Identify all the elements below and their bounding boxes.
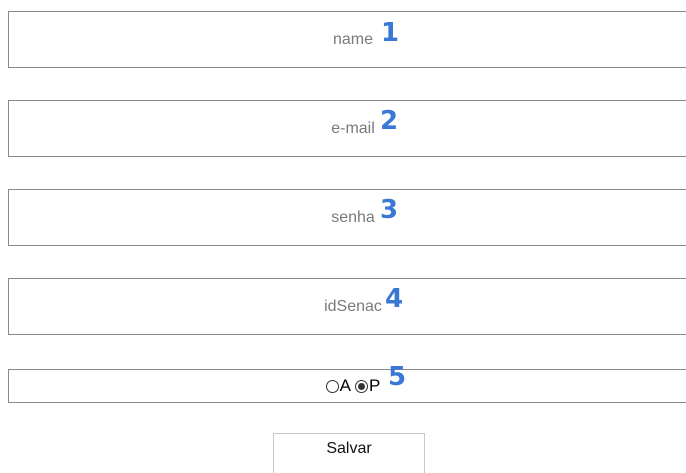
radio-a-button[interactable] — [325, 379, 339, 393]
radio-p-label: P — [369, 376, 381, 395]
senha-input[interactable] — [8, 189, 686, 246]
annotation-number-1: 1 — [381, 18, 400, 48]
radio-option-a[interactable]: A — [325, 376, 351, 396]
annotation-number-3: 3 — [380, 195, 399, 225]
radio-a-label: A — [339, 376, 351, 395]
email-input[interactable] — [8, 100, 686, 157]
save-button[interactable]: Salvar — [273, 433, 425, 473]
idsenac-input[interactable] — [8, 278, 686, 335]
type-radio-group: A P — [8, 369, 686, 403]
annotation-number-2: 2 — [380, 106, 399, 136]
radio-selected-dot — [358, 382, 365, 390]
radio-p-button[interactable] — [355, 379, 368, 393]
annotation-number-4: 4 — [385, 284, 404, 314]
annotation-number-5: 5 — [388, 362, 407, 392]
radio-option-p[interactable]: P — [355, 376, 380, 396]
name-input[interactable] — [8, 11, 686, 68]
